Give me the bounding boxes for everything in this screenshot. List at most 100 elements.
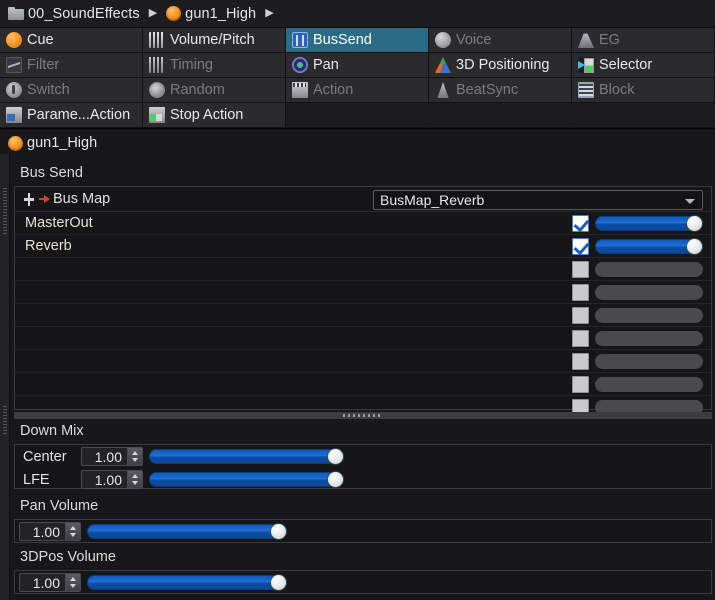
pan-volume-panel: 1.00 <box>14 519 712 543</box>
pos3d-volume-title: 3DPos Volume <box>20 549 116 565</box>
bus-enable-checkbox[interactable] <box>572 307 589 324</box>
object-header: gun1_High <box>0 132 715 154</box>
bus-level-slider[interactable] <box>595 308 703 323</box>
3d-positioning-icon <box>435 57 451 73</box>
table-row[interactable] <box>15 350 711 373</box>
bus-level-slider[interactable] <box>595 239 703 254</box>
bus-level-slider[interactable] <box>595 377 703 392</box>
pan-volume-slider[interactable] <box>87 524 287 539</box>
table-row[interactable] <box>15 327 711 350</box>
tab-label: Switch <box>27 81 70 98</box>
tab-label: Random <box>170 81 225 98</box>
random-icon <box>149 82 165 98</box>
bus-level-slider[interactable] <box>595 262 703 277</box>
table-row[interactable]: Reverb <box>15 235 711 258</box>
vertical-scrollbar[interactable] <box>0 154 10 600</box>
bus-enable-checkbox[interactable] <box>572 238 589 255</box>
horizontal-splitter[interactable] <box>14 412 712 419</box>
bus-send-section: Bus Send <box>14 165 712 181</box>
tab-volume-pitch[interactable]: Volume/Pitch <box>143 28 286 53</box>
pan-volume-section: Pan Volume <box>14 498 712 517</box>
tab-action[interactable]: Action <box>286 78 429 103</box>
pos3d-volume-stepper[interactable]: 1.00 <box>19 573 81 592</box>
stop-action-icon <box>149 107 165 123</box>
pos3d-volume-panel: 1.00 <box>14 570 712 594</box>
breadcrumb-label: 00_SoundEffects <box>28 5 140 22</box>
down-mix-center-row: Center 1.00 <box>15 445 711 468</box>
pan-volume-stepper[interactable]: 1.00 <box>19 522 81 541</box>
pan-volume-title: Pan Volume <box>20 498 99 514</box>
center-value-stepper[interactable]: 1.00 <box>81 447 143 466</box>
bus-level-slider[interactable] <box>595 354 703 369</box>
tab-stop-action[interactable]: Stop Action <box>143 103 286 128</box>
tab-beatsync[interactable]: BeatSync <box>429 78 572 103</box>
bus-enable-checkbox[interactable] <box>572 330 589 347</box>
table-row[interactable] <box>15 258 711 281</box>
pan-volume-row: 1.00 <box>15 520 711 543</box>
table-row[interactable] <box>15 281 711 304</box>
scrollbar-thumb-secondary[interactable] <box>3 406 7 436</box>
bus-map-value: BusMap_Reverb <box>380 192 485 208</box>
tab-label: Block <box>599 81 635 98</box>
bus-map-label-group: Bus Map <box>15 191 110 207</box>
tab-bussend[interactable]: BusSend <box>286 28 429 53</box>
bus-map-dropdown[interactable]: BusMap_Reverb <box>373 190 703 210</box>
slider-thumb[interactable] <box>271 524 286 539</box>
breadcrumb-label: gun1_High <box>185 5 257 22</box>
tab-label: Pan <box>313 56 339 73</box>
tab-label: Timing <box>170 56 213 73</box>
bus-level-slider[interactable] <box>595 285 703 300</box>
stepper-arrows-icon[interactable] <box>127 471 142 488</box>
tab-label: Cue <box>27 31 54 48</box>
cue-icon <box>6 32 22 48</box>
tab-cue[interactable]: Cue <box>0 28 143 53</box>
scrollbar-thumb[interactable] <box>3 188 7 234</box>
tab-block[interactable]: Block <box>572 78 715 103</box>
tab-eg[interactable]: EG <box>572 28 715 53</box>
sound-object-icon <box>8 135 23 151</box>
bus-enable-checkbox[interactable] <box>572 284 589 301</box>
down-mix-panel: Center 1.00 LFE 1.00 <box>14 444 712 489</box>
pos3d-volume-slider[interactable] <box>87 575 287 590</box>
lfe-value-stepper[interactable]: 1.00 <box>81 470 143 489</box>
bus-enable-checkbox[interactable] <box>572 215 589 232</box>
breadcrumb-item-object[interactable]: gun1_High <box>164 6 258 22</box>
bus-level-slider[interactable] <box>595 331 703 346</box>
bus-name: MasterOut <box>25 215 93 231</box>
table-row[interactable] <box>15 304 711 327</box>
tab-timing[interactable]: Timing <box>143 53 286 78</box>
slider-thumb[interactable] <box>328 449 343 464</box>
stepper-arrows-icon[interactable] <box>127 448 142 465</box>
tab-parameter-action[interactable]: Parame...Action <box>0 103 143 128</box>
stepper-arrows-icon[interactable] <box>65 523 80 540</box>
breadcrumb-item-folder[interactable]: 00_SoundEffects <box>6 6 142 22</box>
slider-thumb[interactable] <box>271 575 286 590</box>
bus-enable-checkbox[interactable] <box>572 353 589 370</box>
slider-thumb[interactable] <box>687 216 702 231</box>
center-slider[interactable] <box>149 449 344 464</box>
bus-level-slider[interactable] <box>595 216 703 231</box>
tab-3d-positioning[interactable]: 3D Positioning <box>429 53 572 78</box>
table-row[interactable]: MasterOut <box>15 212 711 235</box>
bus-enable-checkbox[interactable] <box>572 376 589 393</box>
tab-random[interactable]: Random <box>143 78 286 103</box>
tab-voice[interactable]: Voice <box>429 28 572 53</box>
stepper-arrows-icon[interactable] <box>65 574 80 591</box>
slider-thumb[interactable] <box>687 239 702 254</box>
tab-pan[interactable]: Pan <box>286 53 429 78</box>
voice-icon <box>435 32 451 48</box>
lfe-slider[interactable] <box>149 472 344 487</box>
eg-icon <box>578 33 594 48</box>
tab-switch[interactable]: Switch <box>0 78 143 103</box>
center-value: 1.00 <box>94 448 122 465</box>
bus-send-title: Bus Send <box>20 165 83 181</box>
chevron-down-icon <box>685 199 695 204</box>
selector-icon <box>578 57 594 73</box>
bus-enable-checkbox[interactable] <box>572 261 589 278</box>
tab-filter[interactable]: Filter <box>0 53 143 78</box>
slider-thumb[interactable] <box>328 472 343 487</box>
table-row[interactable] <box>15 373 711 396</box>
breadcrumb: 00_SoundEffects ▶ gun1_High ▶ <box>0 0 715 28</box>
tab-selector[interactable]: Selector <box>572 53 715 78</box>
tab-label: Filter <box>27 56 60 73</box>
